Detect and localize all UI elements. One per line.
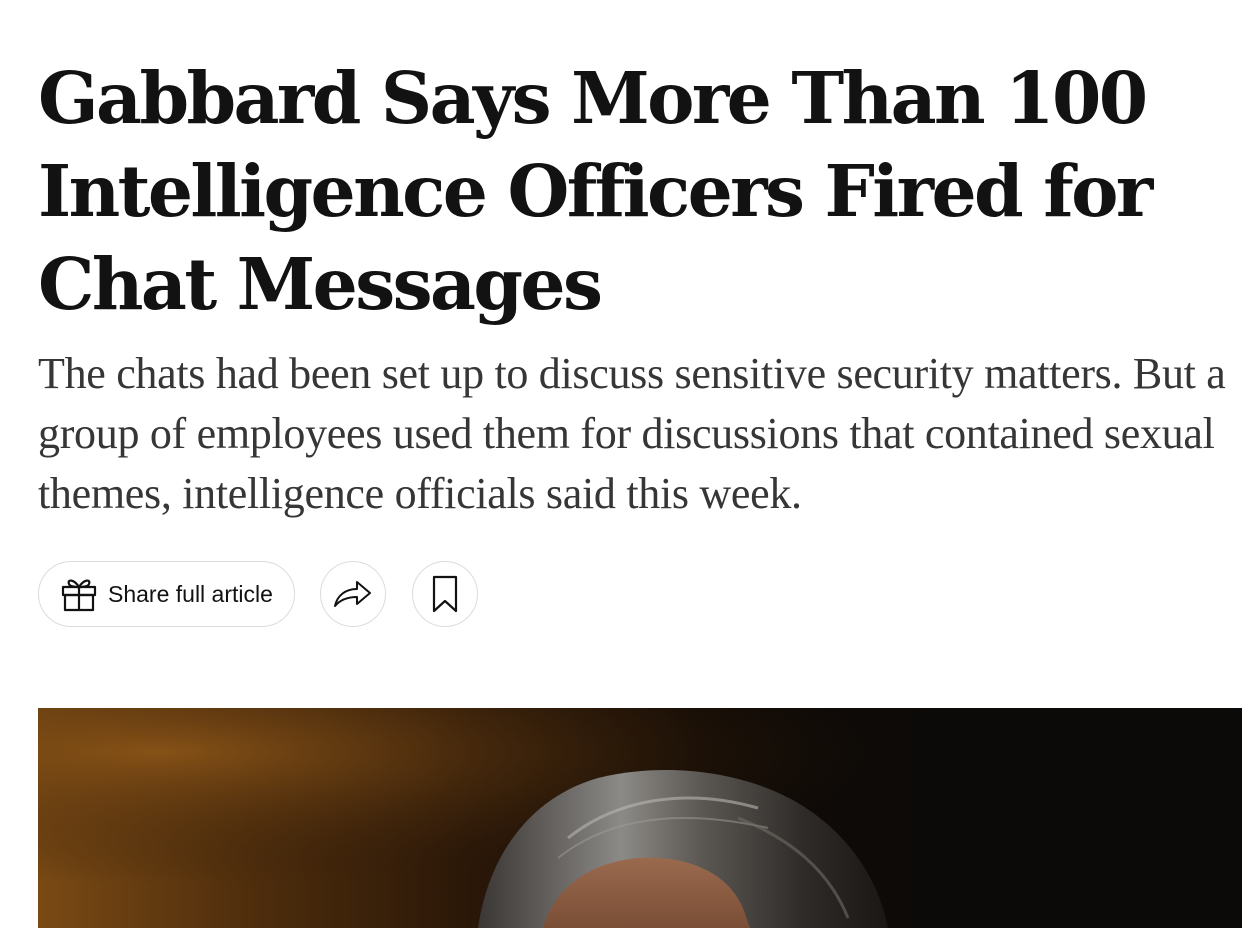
article-actions: Share full article	[38, 560, 478, 628]
article-page: Gabbard Says More Than 100 Intelligence …	[0, 0, 1242, 928]
save-button[interactable]	[411, 561, 478, 627]
article-summary: The chats had been set up to discuss sen…	[38, 349, 1226, 518]
article-headline: Gabbard Says More Than 100 Intelligence …	[38, 56, 1153, 326]
gift-icon	[60, 575, 98, 613]
share-arrow-icon	[333, 574, 373, 614]
article-hero-image	[38, 708, 1242, 928]
portrait-photo	[38, 708, 1242, 928]
share-button[interactable]	[319, 561, 386, 627]
share-full-article-button[interactable]: Share full article	[38, 561, 295, 627]
bookmark-icon	[431, 574, 459, 614]
share-full-article-label: Share full article	[108, 580, 273, 607]
